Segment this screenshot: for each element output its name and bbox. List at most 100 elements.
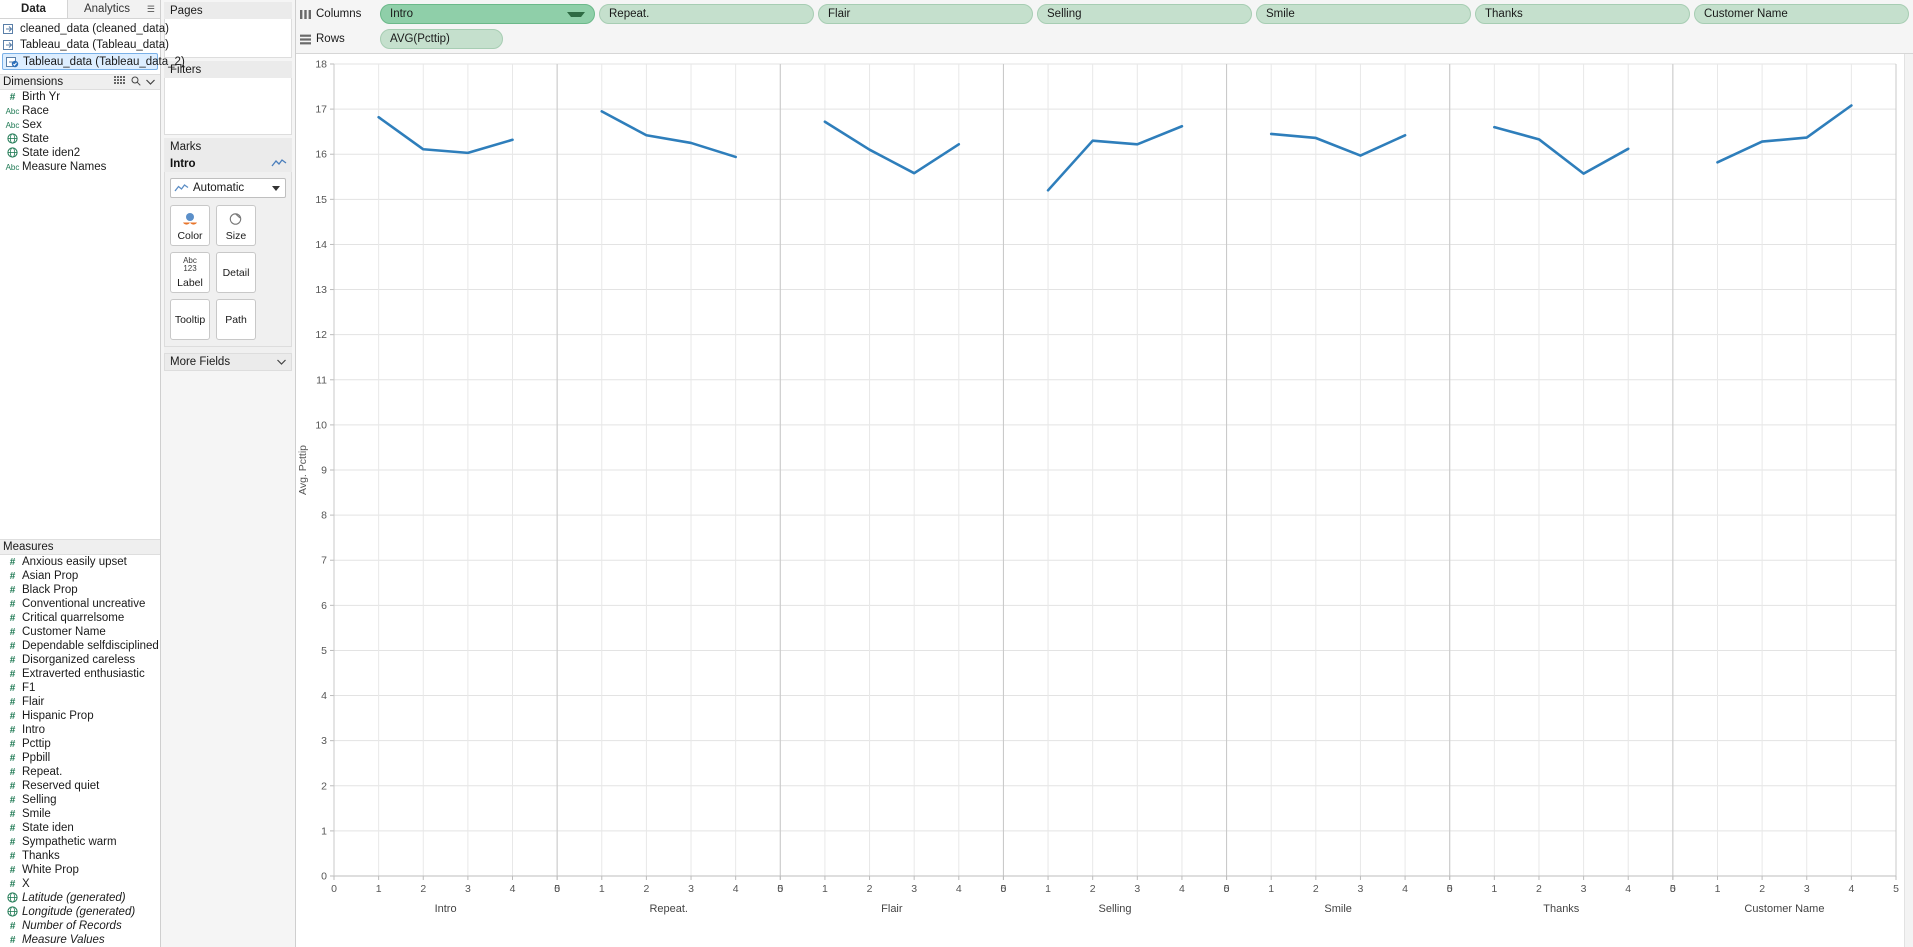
- x-tick-label: 1: [376, 883, 382, 895]
- measure-field-measure-values[interactable]: # Measure Values: [0, 933, 160, 947]
- line-series-selling[interactable]: [1046, 124, 1184, 192]
- line-series-thanks[interactable]: [1493, 125, 1630, 175]
- marks-size-button[interactable]: Size: [216, 205, 256, 246]
- pill-smile[interactable]: Smile: [1256, 4, 1471, 24]
- line-series-smile[interactable]: [1269, 132, 1407, 157]
- x-tick-label: 3: [1134, 883, 1140, 895]
- x-tick-label: 2: [1536, 883, 1542, 895]
- marks-path-button[interactable]: Path: [216, 299, 256, 340]
- marks-detail-button[interactable]: Detail: [216, 252, 256, 293]
- measure-field-flair[interactable]: # Flair: [0, 695, 160, 709]
- dimension-field-state[interactable]: State: [0, 132, 160, 146]
- datasource-item-tableau-data[interactable]: Tableau_data (Tableau_data): [0, 37, 169, 53]
- measure-field-intro[interactable]: # Intro: [0, 723, 160, 737]
- search-icon[interactable]: [131, 76, 141, 89]
- measure-field-number-of-records[interactable]: # Number of Records: [0, 919, 160, 933]
- field-label: Ppbill: [22, 752, 51, 764]
- x-tick-label: 4: [1848, 883, 1854, 895]
- measure-field-ppbill[interactable]: # Ppbill: [0, 751, 160, 765]
- measure-field-white-prop[interactable]: # White Prop: [0, 863, 160, 877]
- line-series-flair[interactable]: [823, 120, 961, 175]
- pill-selling[interactable]: Selling: [1037, 4, 1252, 24]
- pill-thanks[interactable]: Thanks: [1475, 4, 1690, 24]
- line-series-repeat[interactable]: [600, 110, 737, 159]
- number-icon: #: [9, 696, 16, 708]
- y-tick-label: 4: [321, 690, 327, 702]
- dimension-field-state-iden2[interactable]: State iden2: [0, 146, 160, 160]
- field-label: Hispanic Prop: [22, 710, 94, 722]
- measure-field-f1[interactable]: # F1: [0, 681, 160, 695]
- dimension-field-race[interactable]: Abc Race: [0, 104, 160, 118]
- measure-field-thanks[interactable]: # Thanks: [0, 849, 160, 863]
- expand-collapse-icon[interactable]: ☰: [147, 0, 160, 18]
- measure-field-smile[interactable]: # Smile: [0, 807, 160, 821]
- marks-label-button[interactable]: Abc 123 Label: [170, 252, 210, 293]
- datasource-label: Tableau_data (Tableau_data_2): [23, 55, 185, 68]
- measure-field-repeat[interactable]: # Repeat.: [0, 765, 160, 779]
- dimension-field-birth-yr[interactable]: # Birth Yr: [0, 90, 160, 104]
- chevron-down-icon[interactable]: [272, 185, 280, 191]
- measure-field-sympathetic-warm[interactable]: # Sympathetic warm: [0, 835, 160, 849]
- measure-field-asian-prop[interactable]: # Asian Prop: [0, 569, 160, 583]
- y-tick-label: 3: [321, 735, 327, 747]
- line-series-intro[interactable]: [377, 115, 514, 155]
- columns-shelf[interactable]: Columns Intro Repeat. Flair Selling Smile Tha…: [300, 3, 1909, 25]
- measure-field-dependable-selfdisciplined[interactable]: # Dependable selfdisciplined: [0, 639, 160, 653]
- marks-label-label: Label: [177, 277, 203, 289]
- measure-field-longitude-generated[interactable]: Longitude (generated): [0, 905, 160, 919]
- measure-field-disorganized-careless[interactable]: # Disorganized careless: [0, 653, 160, 667]
- tab-data[interactable]: Data: [0, 0, 68, 18]
- chevron-down-icon[interactable]: [277, 356, 286, 368]
- marks-color-button[interactable]: Color: [170, 205, 210, 246]
- vertical-scrollbar[interactable]: [1904, 54, 1913, 947]
- tab-analytics[interactable]: Analytics: [68, 0, 146, 18]
- x-tick-label: 1: [1045, 883, 1051, 895]
- pill-flair[interactable]: Flair: [818, 4, 1033, 24]
- pill-intro[interactable]: Intro: [380, 4, 595, 24]
- marks-tooltip-button[interactable]: Tooltip: [170, 299, 210, 340]
- x-tick-label: 3: [688, 883, 694, 895]
- measure-field-critical-quarrelsome[interactable]: # Critical quarrelsome: [0, 611, 160, 625]
- pill-label: Smile: [1266, 8, 1295, 20]
- measure-field-black-prop[interactable]: # Black Prop: [0, 583, 160, 597]
- measure-field-anxious-easily-upset[interactable]: # Anxious easily upset: [0, 555, 160, 569]
- field-label: Race: [22, 105, 49, 117]
- chevron-down-icon[interactable]: [567, 11, 585, 17]
- pages-dropzone[interactable]: [164, 19, 292, 58]
- field-label: State: [22, 133, 49, 145]
- pill-avg-pcttip[interactable]: AVG(Pcttip): [380, 29, 503, 49]
- measure-field-customer-name[interactable]: # Customer Name: [0, 625, 160, 639]
- measure-field-reserved-quiet[interactable]: # Reserved quiet: [0, 779, 160, 793]
- measure-field-selling[interactable]: # Selling: [0, 793, 160, 807]
- mark-type-select[interactable]: Automatic: [170, 178, 286, 198]
- pill-label: Customer Name: [1704, 8, 1788, 20]
- measure-field-latitude-generated[interactable]: Latitude (generated): [0, 891, 160, 905]
- chevron-down-icon[interactable]: [146, 76, 155, 88]
- field-label: X: [22, 878, 30, 890]
- filters-dropzone[interactable]: [164, 78, 292, 135]
- dimension-field-measure-names[interactable]: Abc Measure Names: [0, 160, 160, 174]
- measure-field-hispanic-prop[interactable]: # Hispanic Prop: [0, 709, 160, 723]
- measure-field-conventional-uncreative[interactable]: # Conventional uncreative: [0, 597, 160, 611]
- dimension-field-sex[interactable]: Abc Sex: [0, 118, 160, 132]
- chart-canvas[interactable]: Avg. Pcttip 0 1 2 3 4 5 6 7 8 9 10 11 12 13 14 15 16 17 18 0…: [296, 54, 1913, 947]
- rows-shelf[interactable]: Rows AVG(Pcttip): [300, 28, 1909, 50]
- pill-repeat[interactable]: Repeat.: [599, 4, 814, 24]
- x-tick-label: 1: [1715, 883, 1721, 895]
- datasource-item-tableau-data-2[interactable]: Tableau_data (Tableau_data_2): [2, 53, 185, 70]
- field-label: White Prop: [22, 864, 79, 876]
- x-tick-label: 2: [867, 883, 873, 895]
- columns-shelf-label: Columns: [300, 8, 380, 20]
- measure-field-x[interactable]: # X: [0, 877, 160, 891]
- datasource-item-cleaned-data[interactable]: cleaned_data (cleaned_data): [0, 21, 169, 37]
- pane-spacer: [0, 174, 160, 535]
- measure-field-state-iden[interactable]: # State iden: [0, 821, 160, 835]
- y-tick-label: 17: [315, 104, 327, 116]
- number-icon: #: [9, 598, 16, 610]
- measure-field-pcttip[interactable]: # Pcttip: [0, 737, 160, 751]
- grid-view-icon[interactable]: [114, 76, 126, 88]
- measure-field-extraverted-enthusiastic[interactable]: # Extraverted enthusiastic: [0, 667, 160, 681]
- more-fields-row[interactable]: More Fields: [164, 353, 292, 371]
- pill-customer-name[interactable]: Customer Name: [1694, 4, 1909, 24]
- tab-data-label: Data: [21, 3, 46, 15]
